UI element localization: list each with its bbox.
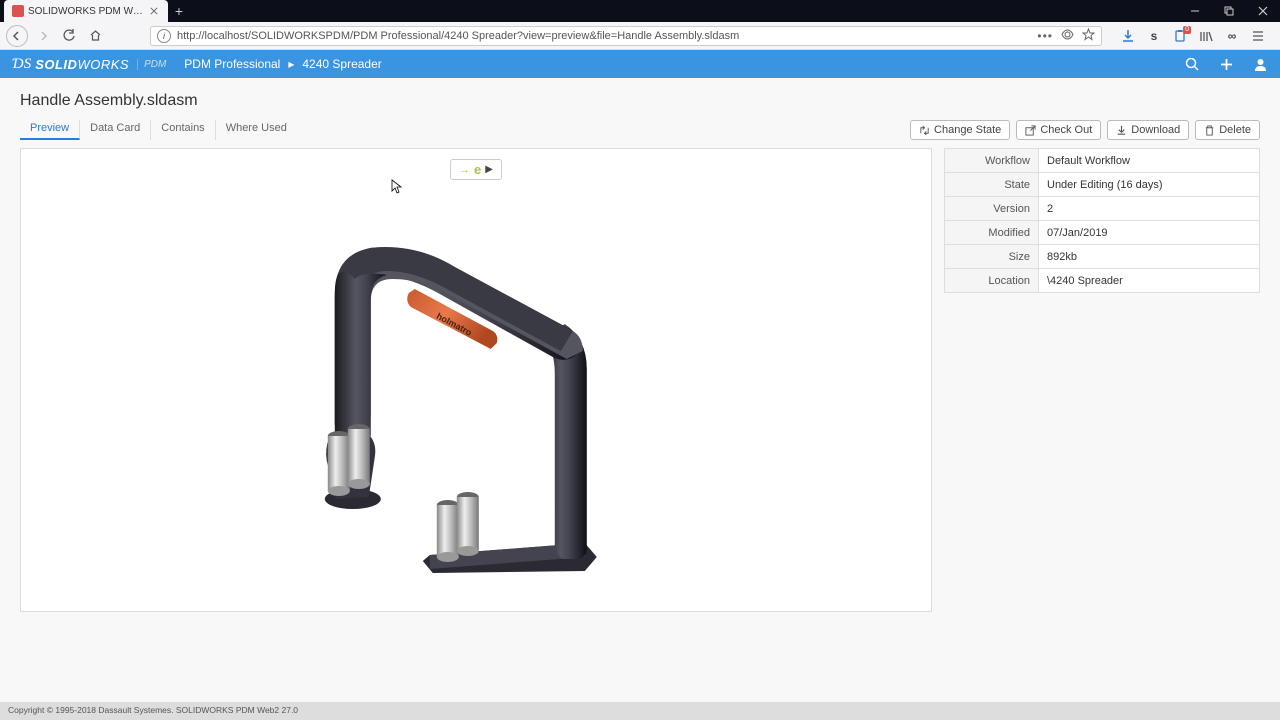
tab-data-card[interactable]: Data Card (80, 120, 151, 140)
page-content: Handle Assembly.sldasm Preview Data Card… (0, 78, 1280, 702)
breadcrumb-item[interactable]: PDM Professional (184, 57, 280, 71)
site-info-icon[interactable]: i (157, 29, 171, 43)
edrawings-badge[interactable]: → e ▶ (450, 159, 502, 180)
prop-row: StateUnder Editing (16 days) (945, 173, 1260, 197)
properties-panel: WorkflowDefault Workflow StateUnder Edit… (944, 148, 1260, 702)
add-icon[interactable] (1218, 56, 1234, 72)
tab-title: SOLIDWORKS PDM Web2 - PDM P (28, 6, 144, 17)
tab-contains[interactable]: Contains (151, 120, 215, 140)
page-actions-icon[interactable]: ••• (1037, 29, 1053, 43)
tab-where-used[interactable]: Where Used (216, 120, 297, 140)
ext-s-icon[interactable]: s (1146, 28, 1162, 44)
download-button[interactable]: Download (1107, 120, 1189, 140)
model-preview: holmatro (315, 199, 625, 579)
user-icon[interactable] (1252, 56, 1268, 72)
browser-navbar: i http://localhost/SOLIDWORKSPDM/PDM Pro… (0, 22, 1280, 50)
window-controls (1178, 0, 1280, 22)
breadcrumb: PDM Professional ▸ 4240 Spreader (184, 57, 381, 71)
file-title: Handle Assembly.sldasm (20, 92, 1260, 110)
preview-pane[interactable]: → e ▶ (20, 148, 932, 612)
menu-icon[interactable] (1250, 28, 1266, 44)
tab-favicon (12, 5, 24, 17)
bookmark-icon[interactable] (1082, 28, 1095, 44)
back-button[interactable] (6, 25, 28, 47)
prop-row: WorkflowDefault Workflow (945, 149, 1260, 173)
change-state-button[interactable]: Change State (910, 120, 1010, 140)
reload-button[interactable] (58, 25, 80, 47)
ext-infinity-icon[interactable]: ∞ (1224, 28, 1240, 44)
tab-close-icon[interactable] (148, 5, 160, 17)
edrawings-play-icon: ▶ (485, 164, 493, 175)
url-bar[interactable]: i http://localhost/SOLIDWORKSPDM/PDM Pro… (150, 26, 1102, 46)
prop-row: Version2 (945, 197, 1260, 221)
maximize-button[interactable] (1212, 0, 1246, 22)
search-icon[interactable] (1184, 56, 1200, 72)
home-button[interactable] (84, 25, 106, 47)
breadcrumb-item[interactable]: 4240 Spreader (302, 57, 381, 71)
reader-mode-icon[interactable] (1061, 28, 1074, 44)
properties-table: WorkflowDefault Workflow StateUnder Edit… (944, 148, 1260, 293)
app-header: ƊS SOLIDWORKS PDM PDM Professional ▸ 424… (0, 50, 1280, 78)
forward-button[interactable] (32, 25, 54, 47)
footer: Copyright © 1995-2018 Dassault Systemes.… (0, 702, 1280, 720)
minimize-button[interactable] (1178, 0, 1212, 22)
edrawings-arrow-icon: → (459, 164, 470, 176)
delete-button[interactable]: Delete (1195, 120, 1260, 140)
tab-preview[interactable]: Preview (20, 120, 80, 140)
breadcrumb-separator: ▸ (288, 57, 294, 71)
library-icon[interactable] (1198, 28, 1214, 44)
cursor-icon (391, 179, 403, 195)
action-bar: Change State Check Out Download Delete (910, 120, 1260, 140)
detail-tabs: Preview Data Card Contains Where Used (20, 120, 297, 140)
app-logo: ƊS SOLIDWORKS PDM (12, 56, 166, 73)
prop-row: Location\4240 Spreader (945, 269, 1260, 293)
prop-row: Size892kb (945, 245, 1260, 269)
url-text: http://localhost/SOLIDWORKSPDM/PDM Profe… (177, 30, 739, 42)
prop-row: Modified07/Jan/2019 (945, 221, 1260, 245)
close-button[interactable] (1246, 0, 1280, 22)
ext-clip-icon[interactable]: 0 (1172, 28, 1188, 44)
new-tab-button[interactable]: + (168, 0, 190, 22)
downloads-icon[interactable] (1120, 28, 1136, 44)
browser-titlebar: SOLIDWORKS PDM Web2 - PDM P + (0, 0, 1280, 22)
check-out-button[interactable]: Check Out (1016, 120, 1101, 140)
edrawings-e-icon: e (474, 162, 481, 177)
browser-tab[interactable]: SOLIDWORKS PDM Web2 - PDM P (4, 0, 168, 22)
